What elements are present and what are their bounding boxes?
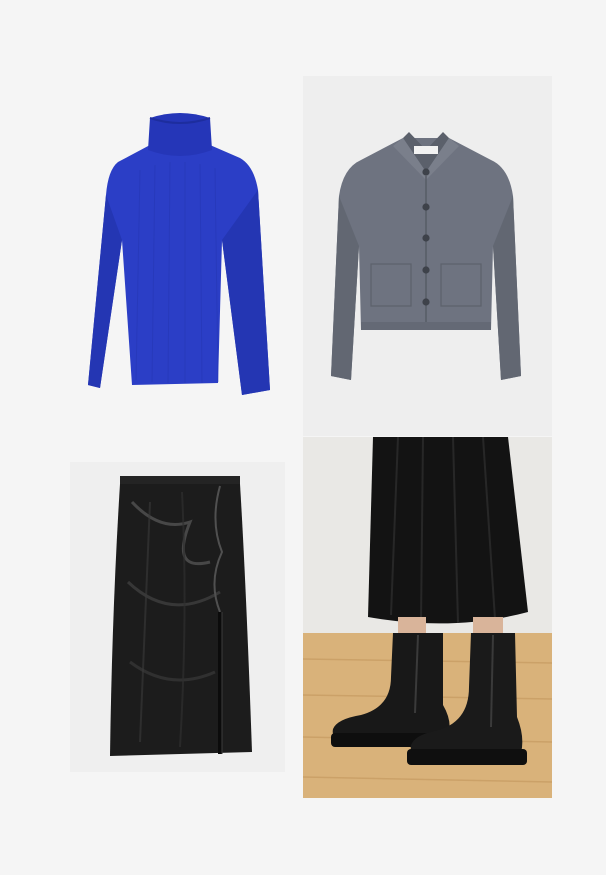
boots-drawing — [303, 437, 552, 798]
turtleneck-drawing — [88, 113, 270, 395]
skirt-drawing — [110, 476, 252, 756]
jacket-drawing — [331, 132, 521, 380]
black-leather-skirt-image — [70, 462, 285, 772]
blue-turtleneck-image — [70, 100, 280, 410]
black-boots-photo — [303, 437, 552, 798]
grey-jacket-image — [303, 76, 552, 436]
